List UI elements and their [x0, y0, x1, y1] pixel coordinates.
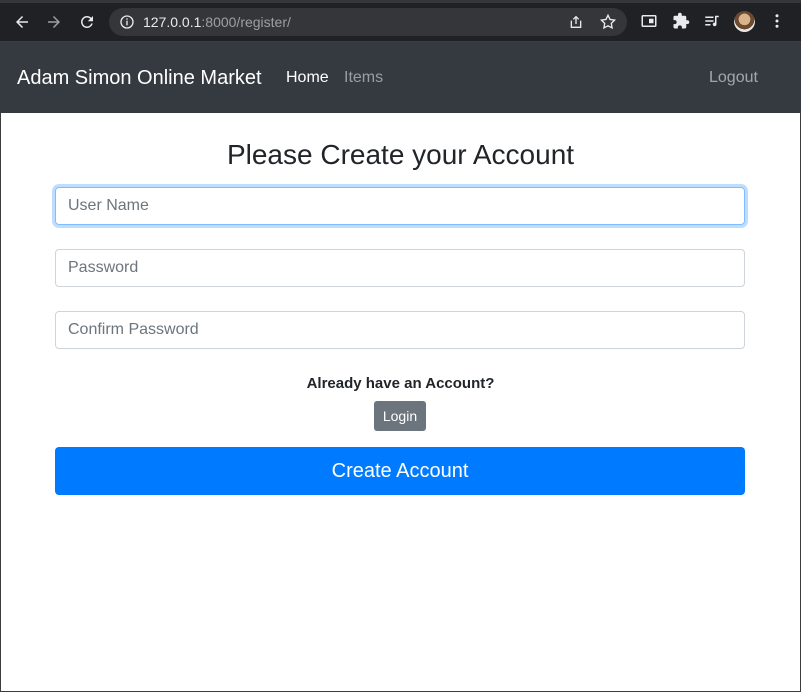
nav-items-link[interactable]: Items — [344, 69, 383, 87]
address-bar[interactable]: 127.0.0.1:8000/register/ — [109, 8, 627, 36]
url-text: 127.0.0.1:8000/register/ — [143, 14, 291, 30]
password-input[interactable] — [55, 249, 745, 287]
info-icon[interactable] — [119, 14, 135, 30]
star-icon[interactable] — [599, 13, 617, 31]
nav-home-link[interactable]: Home — [286, 69, 329, 87]
login-button[interactable]: Login — [374, 401, 426, 431]
share-icon[interactable] — [568, 14, 584, 30]
confirm-password-input[interactable] — [55, 311, 745, 349]
site-navbar: Adam Simon Online Market Home Items Logo… — [0, 42, 801, 113]
page-title: Please Create your Account — [226, 139, 575, 170]
sidepanel-icon[interactable] — [639, 11, 659, 31]
extensions-icon[interactable] — [671, 11, 691, 31]
back-icon[interactable] — [10, 10, 34, 34]
create-account-button[interactable]: Create Account — [55, 447, 745, 495]
browser-toolbar: 127.0.0.1:8000/register/ — [0, 0, 801, 42]
reload-icon[interactable] — [75, 10, 99, 34]
username-input[interactable] — [55, 187, 745, 225]
menu-icon[interactable] — [767, 11, 787, 31]
tab-strip-edge — [0, 0, 801, 3]
profile-avatar[interactable] — [734, 11, 755, 32]
media-icon[interactable] — [702, 11, 722, 31]
already-have-account-text: Already have an Account? — [306, 375, 495, 392]
brand-link[interactable]: Adam Simon Online Market — [17, 67, 262, 90]
logout-link[interactable]: Logout — [709, 69, 758, 87]
forward-icon[interactable] — [42, 10, 66, 34]
window-border-left — [0, 113, 1, 692]
